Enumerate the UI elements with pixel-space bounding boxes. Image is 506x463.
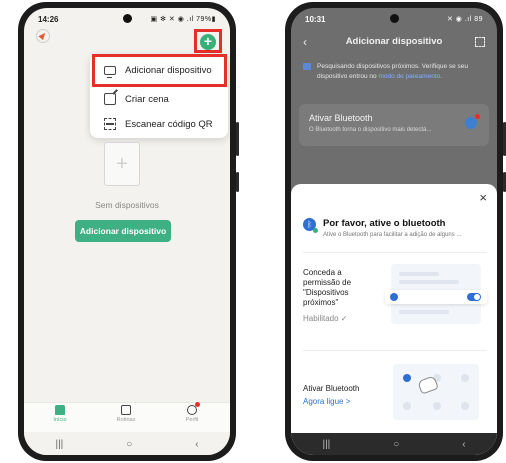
back-button[interactable]: ‹	[462, 439, 465, 450]
highlight-add-device	[92, 54, 227, 87]
right-screen: 10:31 ✕ ◉ .ıl 89 ‹ Adicionar dispositivo…	[291, 8, 497, 455]
home-button[interactable]: ○	[393, 439, 399, 450]
bluetooth-icon: ᛒ	[303, 218, 318, 233]
recents-button[interactable]: |||	[322, 439, 330, 450]
compass-icon[interactable]	[36, 29, 50, 43]
permission-status: Habilitado ✓	[303, 314, 348, 323]
info-icon	[303, 63, 311, 70]
tab-label: Início	[53, 417, 67, 423]
tile-icon	[461, 402, 469, 410]
profile-icon	[187, 402, 200, 415]
home-button[interactable]: ○	[126, 439, 132, 450]
camera-icon	[123, 14, 132, 23]
nearby-devices-icon	[390, 293, 398, 301]
card-title: Ativar Bluetooth	[309, 113, 373, 123]
bluetooth-icon	[465, 114, 480, 129]
sheet-subtitle: Ative o Bluetooth para facilitar a adiçã…	[323, 232, 462, 238]
recents-button[interactable]: |||	[55, 439, 63, 450]
empty-document-icon	[104, 142, 140, 186]
power-button	[236, 172, 239, 192]
system-nav-bar: ||| ○ ‹	[291, 433, 497, 455]
divider	[303, 252, 487, 253]
left-phone: 14:26 ▣ ✻ ✕ ◉ .ıl 79%▮ + Adicionar dispo…	[18, 2, 239, 461]
tab-routines[interactable]: Rotinas	[106, 405, 146, 423]
bluetooth-sheet: × ᛒ Por favor, ative o bluetooth Ative o…	[291, 184, 497, 455]
turn-on-now-link[interactable]: Agora ligue >	[303, 397, 350, 406]
highlight-add-button	[194, 29, 222, 53]
bluetooth-tile-icon	[403, 374, 411, 382]
sheet-title: Por favor, ative o bluetooth	[323, 218, 446, 229]
right-phone: 10:31 ✕ ◉ .ıl 89 ‹ Adicionar dispositivo…	[285, 2, 506, 461]
tab-home[interactable]: Início	[40, 405, 80, 423]
permission-illustration	[385, 264, 487, 324]
edit-scene-icon	[104, 93, 116, 105]
placeholder-line	[399, 310, 449, 314]
menu-item-scan-qr[interactable]: Escanear código QR	[90, 112, 228, 136]
divider	[303, 350, 487, 351]
nearby-devices-row	[385, 290, 487, 304]
bluetooth-card[interactable]: Ativar Bluetooth O Bluetooth torna o dis…	[299, 104, 489, 146]
status-icons: ✕ ◉ .ıl 89	[446, 16, 483, 23]
tile-icon	[433, 402, 441, 410]
quick-settings-illustration	[393, 364, 479, 420]
status-time: 14:26	[38, 14, 59, 24]
add-device-button[interactable]: Adicionar dispositivo	[75, 220, 171, 242]
empty-state-text: Sem dispositivos	[95, 200, 159, 210]
close-icon[interactable]: ×	[479, 190, 487, 205]
tab-bar: Início Rotinas Perfil	[24, 402, 230, 432]
sheet-header: ᛒ Por favor, ative o bluetooth Ative o B…	[303, 218, 487, 248]
placeholder-line	[399, 280, 459, 284]
tab-label: Perfil	[185, 417, 199, 423]
toggle-icon	[467, 293, 481, 301]
home-icon	[55, 405, 65, 415]
pairing-mode-link[interactable]: modo de pareamento	[378, 73, 440, 80]
tab-label: Rotinas	[116, 417, 136, 423]
tile-icon	[461, 374, 469, 382]
back-button[interactable]: ‹	[195, 439, 198, 450]
placeholder-line	[399, 272, 439, 276]
page-title: Adicionar dispositivo	[345, 36, 443, 47]
search-notice: Pesquisando dispositivos próximos. Verif…	[303, 62, 487, 82]
tab-profile[interactable]: Perfil	[172, 402, 212, 423]
status-time: 10:31	[305, 14, 326, 24]
scan-icon	[104, 118, 116, 130]
camera-icon	[390, 14, 399, 23]
scan-icon[interactable]	[475, 37, 485, 47]
checkbox-icon	[121, 405, 131, 415]
left-screen: 14:26 ▣ ✻ ✕ ◉ .ıl 79%▮ + Adicionar dispo…	[24, 8, 230, 455]
card-subtitle: O Bluetooth torna o dispositivo mais det…	[309, 127, 432, 133]
menu-item-create-scene[interactable]: Criar cena	[90, 87, 228, 111]
menu-item-label: Escanear código QR	[125, 118, 213, 130]
activate-bluetooth-label: Ativar Bluetooth	[303, 384, 360, 393]
tile-icon	[403, 402, 411, 410]
system-nav-bar: ||| ○ ‹	[24, 433, 230, 455]
permission-label: Conceda a permissão de "Dispositivos pró…	[303, 268, 352, 307]
notice-suffix: .	[440, 73, 443, 80]
menu-item-label: Criar cena	[125, 93, 169, 105]
status-icons: ▣ ✻ ✕ ◉ .ıl 79%▮	[150, 16, 216, 23]
volume-button	[236, 122, 239, 156]
